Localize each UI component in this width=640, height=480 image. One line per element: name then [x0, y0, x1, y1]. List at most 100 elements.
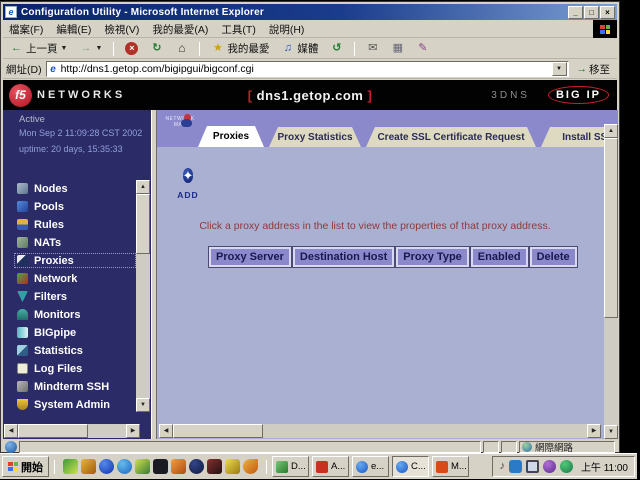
- column-delete[interactable]: Delete: [530, 247, 577, 267]
- favorites-button[interactable]: ★ 我的最愛: [208, 40, 272, 57]
- sidebar-item-nats[interactable]: NATs: [15, 236, 135, 249]
- address-input[interactable]: [59, 62, 552, 76]
- sidebar-item-rules[interactable]: Rules: [15, 218, 135, 231]
- sidebar-item-mindterm-ssh[interactable]: Mindterm SSH: [15, 380, 135, 393]
- sidebar-item-label: NATs: [34, 237, 61, 249]
- nats-icon: [17, 237, 28, 248]
- quicklaunch-icon-11[interactable]: [243, 459, 258, 474]
- task-button-4-active[interactable]: C...: [392, 456, 429, 477]
- scrollbar-thumb[interactable]: [18, 424, 88, 438]
- tab-create-ssl-certificate-request[interactable]: Create SSL Certificate Request: [366, 127, 536, 147]
- volume-icon[interactable]: ♪: [499, 460, 505, 473]
- address-dropdown-button[interactable]: ▼: [552, 62, 567, 76]
- print-button[interactable]: ▦: [388, 41, 407, 56]
- scroll-left-button[interactable]: ◀: [4, 424, 18, 438]
- stop-button[interactable]: ×: [122, 41, 141, 56]
- taskbar-clock[interactable]: 上午 11:00: [581, 459, 628, 474]
- maximize-button[interactable]: □: [584, 6, 599, 19]
- back-dropdown-icon[interactable]: ▼: [61, 45, 68, 52]
- back-button[interactable]: ← 上一頁 ▼: [7, 40, 70, 57]
- start-button[interactable]: 開始: [2, 456, 49, 477]
- network-icon: [17, 273, 28, 284]
- quicklaunch-icon-9[interactable]: [207, 459, 222, 474]
- quicklaunch-icon-2[interactable]: [81, 459, 96, 474]
- tray-icon-purple[interactable]: [543, 460, 556, 473]
- network-map-button[interactable]: NETWORK MAP: [163, 114, 197, 144]
- messenger-tray-icon[interactable]: [509, 460, 522, 473]
- window-title: Configuration Utility - Microsoft Intern…: [21, 7, 568, 18]
- sidebar-item-monitors[interactable]: Monitors: [15, 308, 135, 321]
- sidebar-item-proxies[interactable]: Proxies: [15, 254, 135, 267]
- scroll-left-button[interactable]: ◀: [159, 424, 173, 438]
- main-vertical-scrollbar[interactable]: ▲ ▼: [604, 124, 618, 439]
- column-destination-host[interactable]: Destination Host: [293, 247, 394, 267]
- menu-view[interactable]: 檢視(V): [104, 22, 139, 37]
- scroll-up-button[interactable]: ▲: [604, 124, 618, 138]
- menu-file[interactable]: 檔案(F): [9, 22, 43, 37]
- taskbar: 開始 D... A... e... C... M... ♪ 上午: [0, 453, 637, 479]
- quicklaunch-icon-5[interactable]: [135, 459, 150, 474]
- edit-button[interactable]: ✎: [413, 41, 432, 56]
- scroll-right-button[interactable]: ▶: [126, 424, 140, 438]
- column-proxy-type[interactable]: Proxy Type: [396, 247, 469, 267]
- forward-dropdown-icon[interactable]: ▼: [95, 45, 102, 52]
- media-button[interactable]: ♫ 媒體: [278, 40, 321, 57]
- monitors-icon: [17, 309, 28, 320]
- banner-products: 3DNS BIG IP: [491, 80, 609, 110]
- history-button[interactable]: ↺: [327, 41, 346, 56]
- scrollbar-thumb[interactable]: [604, 138, 618, 318]
- quicklaunch-icon-6[interactable]: [153, 459, 168, 474]
- quicklaunch-icon-10[interactable]: [225, 459, 240, 474]
- add-button[interactable]: ✦ ADD: [171, 163, 205, 200]
- menu-edit[interactable]: 編輯(E): [56, 22, 91, 37]
- quicklaunch-icon-7[interactable]: [171, 459, 186, 474]
- task-button-2[interactable]: A...: [312, 456, 349, 477]
- sidebar-vertical-scrollbar[interactable]: ▲ ▼: [136, 180, 150, 412]
- title-bar[interactable]: e Configuration Utility - Microsoft Inte…: [3, 4, 617, 20]
- scrollbar-thumb[interactable]: [136, 194, 150, 254]
- task-button-1[interactable]: D...: [272, 456, 309, 477]
- quicklaunch-icon-8[interactable]: [189, 459, 204, 474]
- scroll-up-button[interactable]: ▲: [136, 180, 150, 194]
- sidebar-item-log-files[interactable]: Log Files: [15, 362, 135, 375]
- forward-button[interactable]: → ▼: [76, 41, 105, 56]
- minimize-button[interactable]: _: [568, 6, 583, 19]
- scroll-down-button[interactable]: ▼: [604, 425, 618, 439]
- go-button[interactable]: → 移至: [573, 61, 615, 78]
- menu-tools[interactable]: 工具(T): [221, 22, 255, 37]
- task-button-5[interactable]: M...: [432, 456, 469, 477]
- sidebar-item-pools[interactable]: Pools: [15, 200, 135, 213]
- refresh-button[interactable]: ↻: [147, 41, 166, 56]
- sidebar: Active Mon Sep 2 11:09:28 CST 2002 uptim…: [3, 110, 151, 439]
- menu-help[interactable]: 說明(H): [269, 22, 305, 37]
- quicklaunch-icon-4[interactable]: [117, 459, 132, 474]
- home-button[interactable]: ⌂: [172, 41, 191, 56]
- quicklaunch-icon-3[interactable]: [99, 459, 114, 474]
- main-horizontal-scrollbar[interactable]: ◀ ▶: [159, 424, 601, 438]
- display-tray-icon[interactable]: [526, 460, 539, 473]
- tab-proxy-statistics[interactable]: Proxy Statistics: [269, 127, 361, 147]
- sidebar-item-network[interactable]: Network: [15, 272, 135, 285]
- proxies-icon: [17, 255, 28, 266]
- sidebar-item-statistics[interactable]: Statistics: [15, 344, 135, 357]
- sidebar-item-filters[interactable]: Filters: [15, 290, 135, 303]
- mail-button[interactable]: ✉: [363, 41, 382, 56]
- tab-proxies[interactable]: Proxies: [198, 126, 264, 147]
- task-button-3[interactable]: e...: [352, 456, 389, 477]
- scrollbar-thumb[interactable]: [173, 424, 263, 438]
- sidebar-item-bigpipe[interactable]: BIGpipe: [15, 326, 135, 339]
- sidebar-item-system-admin[interactable]: System Admin: [15, 398, 135, 411]
- quicklaunch-icon-1[interactable]: [63, 459, 78, 474]
- bracket-right: ]: [367, 88, 372, 103]
- scroll-down-button[interactable]: ▼: [136, 398, 150, 412]
- close-button[interactable]: ×: [600, 6, 615, 19]
- scroll-right-button[interactable]: ▶: [587, 424, 601, 438]
- sidebar-item-nodes[interactable]: Nodes: [15, 182, 135, 195]
- tray-icon-green[interactable]: [560, 460, 573, 473]
- column-enabled[interactable]: Enabled: [471, 247, 528, 267]
- stop-icon: ×: [125, 42, 138, 55]
- menu-favorites[interactable]: 我的最愛(A): [152, 22, 208, 37]
- column-proxy-server[interactable]: Proxy Server: [209, 247, 291, 267]
- sidebar-horizontal-scrollbar[interactable]: ◀ ▶: [4, 424, 140, 438]
- home-icon: ⌂: [175, 42, 188, 55]
